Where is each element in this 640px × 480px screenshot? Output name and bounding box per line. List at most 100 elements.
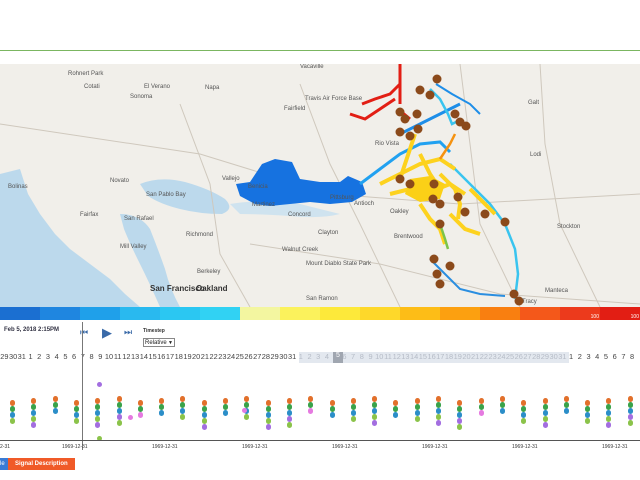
signal-dot[interactable] (478, 410, 484, 416)
day-tick[interactable]: 14 (140, 352, 149, 361)
day-tick[interactable]: 6 (70, 352, 79, 361)
day-tick[interactable]: 2 (35, 352, 44, 361)
day-tick[interactable]: 23 (218, 352, 227, 361)
signal-dot[interactable] (242, 408, 247, 413)
signal-dot[interactable] (627, 420, 633, 426)
day-tick[interactable]: 9 (366, 352, 375, 361)
play-icon[interactable]: ▶ (102, 325, 112, 341)
day-tick[interactable]: 22 (480, 352, 489, 361)
day-tick[interactable]: 3 (584, 352, 593, 361)
day-tick[interactable]: 19 (183, 352, 192, 361)
day-tick[interactable]: 19 (453, 352, 462, 361)
day-tick[interactable]: 1 (296, 352, 305, 361)
day-tick[interactable]: 31 (288, 352, 297, 361)
day-tick[interactable]: 3 (314, 352, 323, 361)
legend-blue-tab[interactable]: le (0, 458, 8, 470)
map-view[interactable]: Rohnert Park Cotati El Verano Sonoma Nap… (0, 64, 640, 307)
day-tick[interactable]: 2 (305, 352, 314, 361)
day-tick[interactable]: 22 (209, 352, 218, 361)
signal-dot[interactable] (265, 424, 271, 430)
day-tick[interactable]: 11 (384, 352, 393, 361)
day-tick[interactable]: 31 (17, 352, 26, 361)
signal-dot[interactable] (350, 416, 356, 422)
day-tick[interactable]: 13 (401, 352, 410, 361)
day-tick[interactable]: 29 (0, 352, 9, 361)
signal-dot[interactable] (137, 412, 143, 418)
day-tick[interactable]: 31 (558, 352, 567, 361)
signal-dot[interactable] (436, 420, 441, 426)
day-tick[interactable]: 21 (201, 352, 210, 361)
signal-dot[interactable] (329, 412, 335, 418)
signal-dot[interactable] (585, 418, 591, 424)
day-tick[interactable]: 17 (436, 352, 445, 361)
day-tick[interactable]: 4 (593, 352, 602, 361)
day-tick[interactable]: 6 (610, 352, 619, 361)
day-tick[interactable]: 7 (619, 352, 628, 361)
day-tick[interactable]: 28 (532, 352, 541, 361)
day-tick[interactable]: 1 (26, 352, 35, 361)
day-tick[interactable]: 14 (410, 352, 419, 361)
day-tick[interactable]: 17 (166, 352, 175, 361)
day-tick[interactable]: 30 (9, 352, 18, 361)
day-tick[interactable]: 13 (131, 352, 140, 361)
day-tick[interactable]: 15 (419, 352, 428, 361)
day-tick[interactable]: 24 (497, 352, 506, 361)
step-forward-icon[interactable]: ⏭ (124, 327, 132, 338)
signal-dot[interactable] (52, 408, 58, 414)
signal-dot[interactable] (128, 415, 133, 420)
day-tick[interactable]: 26 (514, 352, 523, 361)
day-tick[interactable]: 9 (96, 352, 105, 361)
day-tick[interactable]: 4 (323, 352, 332, 361)
day-tick[interactable]: 20 (462, 352, 471, 361)
signal-dot[interactable] (73, 418, 79, 424)
day-tick[interactable]: 20 (192, 352, 201, 361)
signal-dot[interactable] (372, 420, 378, 426)
day-tick[interactable]: 30 (549, 352, 558, 361)
day-tick[interactable]: 27 (253, 352, 262, 361)
day-tick[interactable]: 4 (52, 352, 61, 361)
day-tick[interactable]: 26 (244, 352, 253, 361)
day-tick[interactable]: 11 (113, 352, 122, 361)
timestep-select[interactable]: Relative ▼ (143, 338, 175, 347)
day-tick[interactable]: 29 (270, 352, 279, 361)
day-tick[interactable]: 25 (235, 352, 244, 361)
day-tick[interactable]: 16 (427, 352, 436, 361)
day-tick[interactable]: 21 (471, 352, 480, 361)
signal-dot[interactable] (542, 422, 548, 428)
day-tick[interactable]: 16 (157, 352, 166, 361)
current-day-marker[interactable]: 5 (333, 352, 343, 363)
day-tick[interactable]: 23 (488, 352, 497, 361)
day-tick[interactable]: 30 (279, 352, 288, 361)
signal-dot[interactable] (116, 420, 122, 426)
signal-dot[interactable] (10, 418, 15, 424)
signal-dot[interactable] (201, 424, 207, 430)
day-tick[interactable]: 10 (105, 352, 114, 361)
day-tick[interactable]: 25 (506, 352, 515, 361)
day-tick[interactable]: 18 (174, 352, 183, 361)
day-tick[interactable]: 5 (602, 352, 611, 361)
playhead-line[interactable] (82, 322, 83, 450)
signal-dot[interactable] (159, 410, 165, 416)
signal-dot[interactable] (97, 382, 102, 387)
day-tick[interactable]: 7 (349, 352, 358, 361)
signal-dot[interactable] (563, 408, 569, 414)
day-tick[interactable]: 3 (44, 352, 53, 361)
day-tick[interactable]: 27 (523, 352, 532, 361)
signal-description-tab[interactable]: Signal Description (8, 458, 75, 470)
day-tick[interactable]: 28 (262, 352, 271, 361)
signal-dot[interactable] (499, 408, 505, 414)
day-tick[interactable]: 29 (541, 352, 550, 361)
day-tick[interactable]: 15 (148, 352, 157, 361)
day-tick[interactable]: 8 (357, 352, 366, 361)
signal-dot[interactable] (414, 416, 420, 422)
day-tick[interactable]: 10 (375, 352, 384, 361)
signal-dot[interactable] (223, 410, 228, 416)
day-tick[interactable]: 5 (61, 352, 70, 361)
day-tick[interactable]: 12 (122, 352, 131, 361)
signal-dot[interactable] (286, 422, 292, 428)
day-tick[interactable]: 1 (567, 352, 576, 361)
day-ruler[interactable]: 2930311234567891011121314151617181920212… (0, 352, 640, 364)
day-tick[interactable]: 8 (628, 352, 637, 361)
day-tick[interactable]: 8 (87, 352, 96, 361)
day-tick[interactable]: 12 (392, 352, 401, 361)
